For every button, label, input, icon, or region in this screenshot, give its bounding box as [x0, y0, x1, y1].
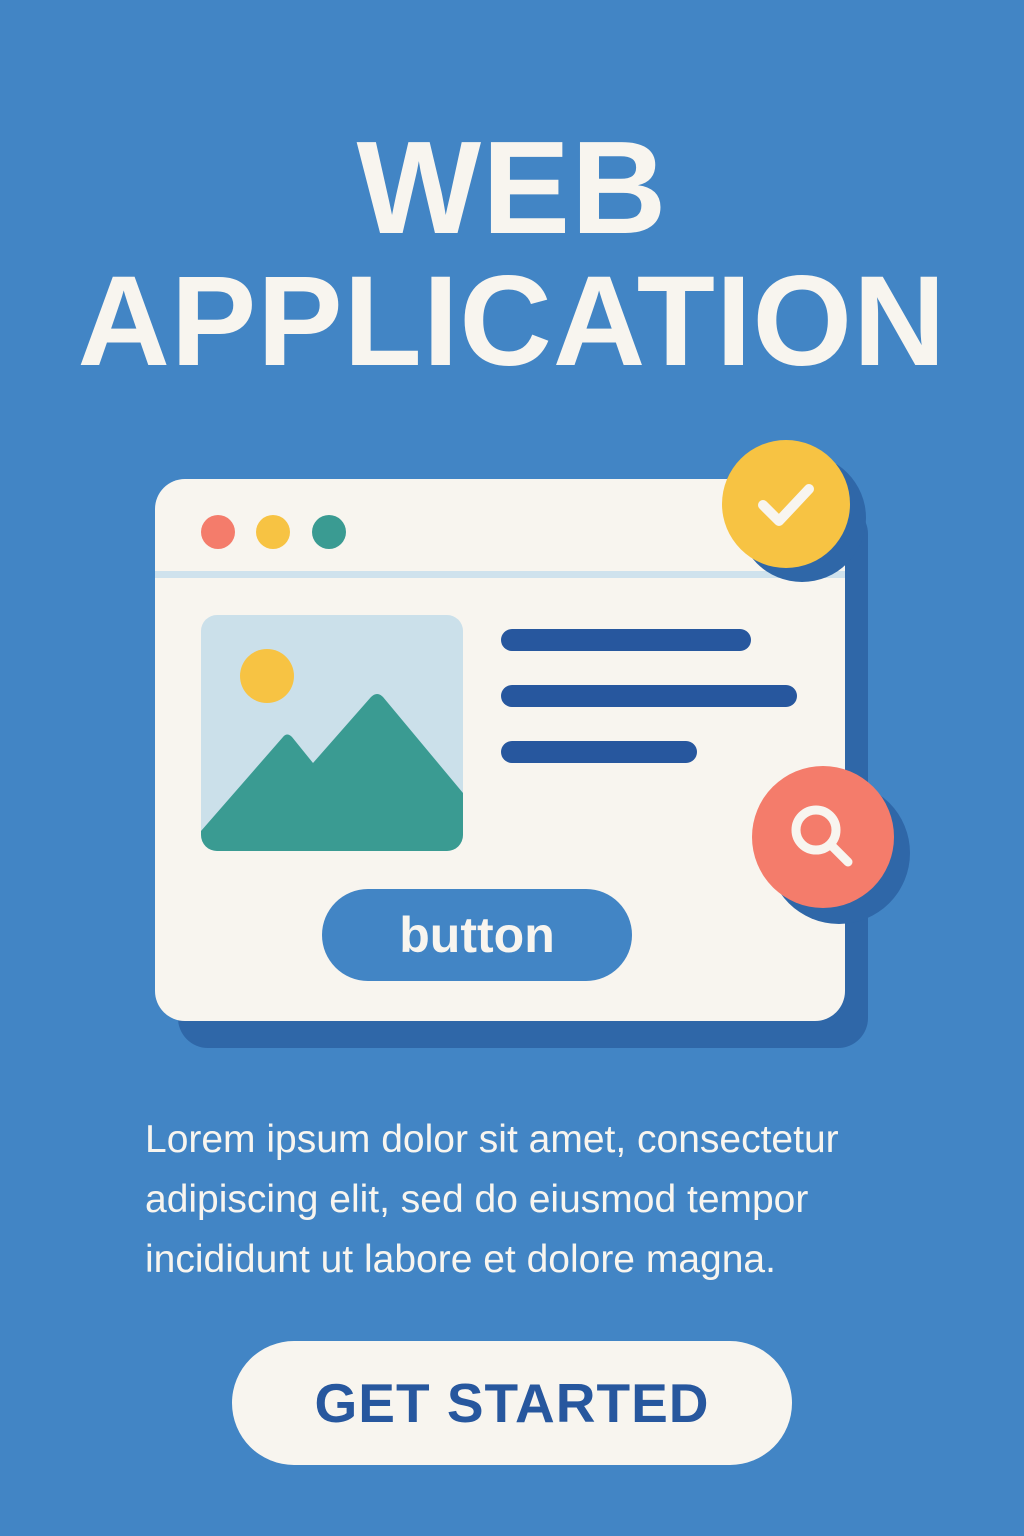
title-line-2: APPLICATION [77, 250, 947, 393]
text-placeholder-line [501, 685, 797, 707]
browser-window-mockup: button [155, 479, 845, 1021]
window-dot-yellow [256, 515, 290, 549]
mockup-button[interactable]: button [322, 889, 632, 981]
window-dot-green [312, 515, 346, 549]
image-placeholder [201, 615, 463, 851]
mountain-shape [201, 694, 463, 851]
check-badge [722, 440, 850, 568]
text-placeholder-line [501, 629, 751, 651]
title-line-1: WEB [356, 114, 668, 261]
mountain-landscape-icon [201, 649, 463, 851]
description-text: Lorem ipsum dolor sit amet, consectetur … [145, 1118, 839, 1281]
sun-icon [240, 649, 294, 703]
text-placeholder-line [501, 741, 697, 763]
search-badge[interactable] [752, 766, 894, 908]
search-icon [791, 805, 853, 867]
window-dot-red [201, 515, 235, 549]
checkmark-icon [758, 484, 814, 526]
get-started-button[interactable]: GET STARTED [232, 1341, 792, 1465]
window-divider [155, 571, 845, 578]
